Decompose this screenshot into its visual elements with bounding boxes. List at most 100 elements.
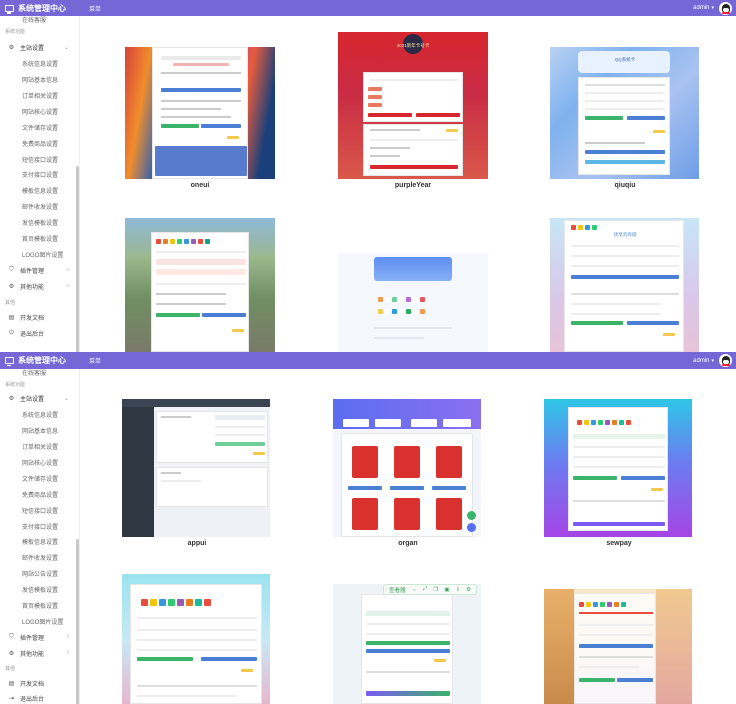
fullscreen-icon[interactable]: ⤢ — [423, 586, 427, 593]
preview-line — [585, 92, 665, 94]
chevron-right-icon: › — [67, 650, 69, 657]
sidebar-group-main-settings[interactable]: ⚙ 主站设置 ⌄ — [0, 40, 79, 56]
preview-line — [156, 251, 246, 253]
sidebar-group-label: 主站设置 — [20, 397, 45, 404]
sidebar-item[interactable]: 订单相关设置 — [0, 439, 79, 455]
menu-toggle-button[interactable]: 菜单 — [89, 4, 101, 13]
sidebar-item[interactable]: 免费商品设置 — [0, 486, 79, 502]
sidebar-item[interactable]: 系统信息设置 — [0, 56, 79, 72]
template-name: purpleYear — [394, 182, 432, 189]
user-menu[interactable]: admin ▾ — [693, 354, 736, 367]
sidebar-group-label: 其他功能 — [20, 284, 45, 291]
sidebar-group-main-settings[interactable]: ⚙ 主站设置 ⌄ — [0, 391, 79, 407]
sidebar-item[interactable]: 发信模板设置 — [0, 215, 79, 231]
sidebar-item[interactable]: 短信接口设置 — [0, 502, 79, 518]
sidebar-item[interactable]: 网站基本信息 — [0, 423, 79, 439]
sidebar-item-online-service[interactable]: 在线客服 — [0, 16, 79, 24]
sidebar-item-dev-docs[interactable]: ▤ 开发文档 — [0, 675, 79, 691]
sidebar-section-system: 系统功能 — [5, 381, 26, 388]
preview-panel — [363, 72, 463, 122]
preview-button — [161, 88, 241, 92]
sidebar-section-others: 其他 — [5, 665, 16, 672]
sidebar-item[interactable]: 支付接口设置 — [0, 518, 79, 534]
template-preview-image — [125, 218, 275, 352]
preview-panel: 优享云商城 — [564, 220, 684, 352]
sidebar-item[interactable]: 系统信息设置 — [0, 407, 79, 423]
template-name: oneui — [190, 182, 210, 189]
sidebar-item[interactable]: 网站核心设置 — [0, 455, 79, 471]
preview-line — [161, 116, 231, 118]
preview-icon-row — [571, 225, 597, 230]
sidebar-item[interactable]: 网站公告设置 — [0, 566, 79, 582]
sidebar-group-label: 其他功能 — [20, 651, 45, 658]
brand[interactable]: 系统管理中心 — [0, 3, 80, 14]
sidebar-item[interactable]: 邮件收发设置 — [0, 550, 79, 566]
preview-line — [161, 416, 191, 418]
avatar[interactable] — [719, 354, 732, 367]
sidebar-item[interactable]: LOGO图片设置 — [0, 613, 79, 629]
viewer-label[interactable]: 查看器 — [389, 586, 406, 594]
preview-button — [571, 321, 623, 325]
sidebar-item[interactable]: 文件储存设置 — [0, 470, 79, 486]
preview-panel — [152, 47, 248, 179]
brand[interactable]: 系统管理中心 — [0, 355, 80, 366]
sidebar-item[interactable]: 模板信息设置 — [0, 534, 79, 550]
sidebar-item[interactable]: 模板信息设置 — [0, 183, 79, 199]
save-icon[interactable]: ▣ — [444, 587, 449, 593]
sidebar-item[interactable]: 文件储存设置 — [0, 119, 79, 135]
template-preview-image — [544, 589, 692, 704]
username: admin — [693, 357, 710, 364]
sidebar-item[interactable]: 订单相关设置 — [0, 88, 79, 104]
sidebar-scrollbar[interactable] — [76, 539, 79, 704]
user-menu[interactable]: admin ▾ — [693, 1, 736, 15]
sidebar-group-others[interactable]: ⚙ 其他功能 › — [0, 278, 79, 294]
preview-line — [585, 108, 665, 110]
sidebar-item[interactable]: 首页模板设置 — [0, 231, 79, 247]
preview-line — [374, 337, 424, 339]
preview-side-art — [544, 589, 574, 704]
preview-line — [571, 245, 679, 247]
sidebar-group-plugins[interactable]: ⛉ 插件管理 › — [0, 262, 79, 278]
fit-icon[interactable]: ⇔ — [412, 587, 418, 593]
sidebar-group-plugins[interactable]: ⛉ 插件管理 › — [0, 629, 79, 645]
sidebar-item-logout[interactable]: ⇥ 退出后台 — [0, 691, 79, 704]
download-icon[interactable]: ⇩ — [456, 587, 461, 593]
preview-button — [366, 649, 450, 653]
preview-side-art — [656, 589, 692, 704]
sidebar-item-dev-docs[interactable]: ▤ 开发文档 — [0, 310, 79, 326]
monitor-icon — [5, 4, 14, 14]
preview-tab — [443, 419, 471, 427]
sidebar-item[interactable]: 发信模板设置 — [0, 582, 79, 598]
sidebar-item[interactable]: 首页模板设置 — [0, 598, 79, 614]
chevron-down-icon: ⌄ — [63, 45, 69, 52]
sidebar-item[interactable]: 支付接口设置 — [0, 167, 79, 183]
sidebar-scrollbar[interactable] — [76, 166, 79, 352]
sidebar-item[interactable]: 短信接口设置 — [0, 151, 79, 167]
preview-line — [137, 639, 257, 641]
preview-tag — [368, 95, 382, 99]
sidebar-item[interactable]: 网站基本信息 — [0, 72, 79, 88]
preview-line — [579, 634, 653, 636]
sidebar-item[interactable]: 网站核心设置 — [0, 103, 79, 119]
sidebar-group-others[interactable]: ⚙ 其他功能 › — [0, 645, 79, 661]
avatar[interactable] — [719, 1, 732, 15]
sidebar-item[interactable]: LOGO图片设置 — [0, 246, 79, 262]
sidebar-item-online-service[interactable]: 在线客服 — [0, 369, 79, 377]
sidebar-item[interactable]: 邮件收发设置 — [0, 199, 79, 215]
preview-line — [571, 303, 661, 305]
preview-badge — [434, 659, 446, 662]
sidebar-item-logout[interactable]: ⏻ 退出后台 — [0, 326, 79, 342]
preview-line — [573, 500, 665, 502]
preview-line — [571, 265, 679, 267]
preview-line — [571, 313, 661, 315]
sidebar-group-label: 退出后台 — [20, 697, 45, 704]
sidebar-item[interactable]: 免费商品设置 — [0, 135, 79, 151]
copy-icon[interactable]: ❐ — [433, 587, 438, 593]
sale-bag-image — [352, 446, 378, 478]
preview-line — [161, 72, 241, 74]
menu-toggle-button[interactable]: 菜单 — [89, 356, 101, 365]
sale-bag-image — [352, 498, 378, 530]
settings-icon[interactable]: ⚙ — [466, 587, 471, 593]
sidebar: 在线客服 系统功能 ⚙ 主站设置 ⌄ 系统信息设置 网站基本信息 订单相关设置 … — [0, 369, 80, 704]
shield-icon: ⛉ — [9, 266, 14, 273]
